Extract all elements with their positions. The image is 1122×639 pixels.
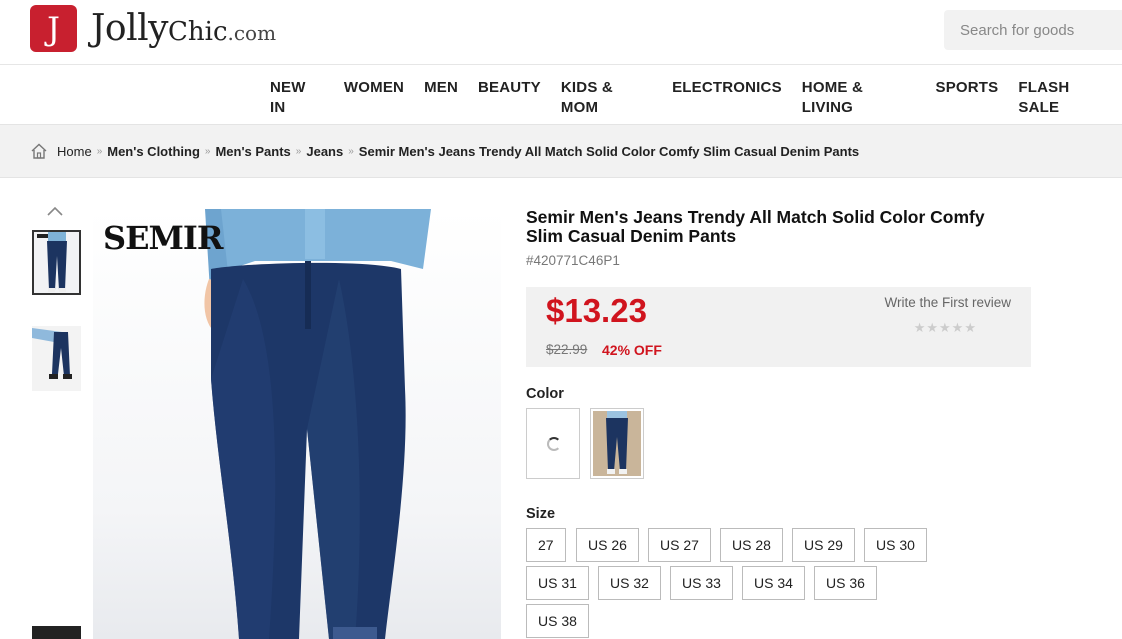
product-thumbnail-3[interactable]	[32, 626, 81, 639]
nav-item-home-living[interactable]: HOME & LIVING	[792, 78, 926, 116]
nav-item-electronics[interactable]: ELECTRONICS	[662, 78, 792, 98]
breadcrumb-separator: »	[295, 145, 302, 157]
original-price: $22.99	[546, 342, 588, 357]
logo-jolly: Jolly	[91, 8, 168, 49]
size-option-us-30[interactable]: US 30	[864, 528, 927, 562]
color-swatch-2[interactable]	[590, 408, 644, 479]
product-sku: #420771C46P1	[526, 253, 620, 268]
size-option-us-36[interactable]: US 36	[814, 566, 877, 600]
breadcrumb: Home » Men's Clothing » Men's Pants » Je…	[0, 124, 1122, 178]
size-label: Size	[526, 506, 556, 522]
nav-item-flash-sale[interactable]: FLASH SALE	[1008, 78, 1122, 116]
logo-com: .com	[227, 21, 277, 45]
nav-item-new-in[interactable]: NEW IN	[260, 78, 334, 116]
search-input[interactable]	[960, 21, 1120, 39]
write-review-link[interactable]: Write the First review	[884, 295, 1011, 310]
breadcrumb-jeans[interactable]: Jeans	[306, 144, 343, 159]
jeans-swatch-image	[593, 411, 641, 476]
nav-item-men[interactable]: MEN	[414, 78, 468, 98]
loading-spinner-icon	[547, 437, 561, 451]
home-icon[interactable]	[30, 143, 48, 159]
breadcrumb-mens-pants[interactable]: Men's Pants	[215, 144, 290, 159]
nav-item-women[interactable]: WOMEN	[334, 78, 414, 98]
size-option-us-32[interactable]: US 32	[598, 566, 661, 600]
size-option-us-33[interactable]: US 33	[670, 566, 733, 600]
size-option-us-28[interactable]: US 28	[720, 528, 783, 562]
color-swatch-1[interactable]	[526, 408, 580, 479]
brand-watermark: SEMIR	[103, 219, 223, 257]
breadcrumb-current-product: Semir Men's Jeans Trendy All Match Solid…	[358, 143, 860, 159]
price-panel: $13.23 $22.99 42% OFF Write the First re…	[526, 287, 1031, 367]
product-thumbnail-2[interactable]	[32, 326, 81, 391]
breadcrumb-separator: »	[348, 145, 354, 157]
breadcrumb-separator: »	[204, 145, 211, 157]
color-label: Color	[526, 386, 564, 402]
site-header: J Jolly Chic .com	[0, 0, 1122, 65]
logo-wordmark: Jolly Chic .com	[91, 8, 276, 49]
current-price: $13.23	[546, 292, 647, 329]
nav-item-kids-mom[interactable]: KIDS & MOM	[551, 78, 662, 116]
breadcrumb-mens-clothing[interactable]: Men's Clothing	[107, 144, 200, 159]
nav-item-sports[interactable]: SPORTS	[925, 78, 1008, 98]
size-option-27[interactable]: 27	[526, 528, 566, 562]
size-option-us-38[interactable]: US 38	[526, 604, 589, 638]
search-box	[944, 10, 1122, 50]
jeans-thumbnail-image	[34, 232, 79, 293]
logo-chic: Chic	[167, 17, 228, 47]
discount-badge: 42% OFF	[602, 342, 662, 358]
jeans-thumbnail-image	[32, 326, 81, 391]
product-thumbnail-1[interactable]	[32, 230, 81, 295]
size-option-us-31[interactable]: US 31	[526, 566, 589, 600]
size-option-us-29[interactable]: US 29	[792, 528, 855, 562]
nav-item-beauty[interactable]: BEAUTY	[468, 78, 551, 98]
product-main-image[interactable]: SEMIR	[93, 209, 501, 639]
size-option-us-26[interactable]: US 26	[576, 528, 639, 562]
site-logo[interactable]: J Jolly Chic .com	[30, 5, 276, 52]
jeans-photo	[204, 209, 431, 639]
product-title: Semir Men's Jeans Trendy All Match Solid…	[526, 207, 985, 246]
breadcrumb-home[interactable]: Home	[57, 144, 92, 159]
main-nav: NEW IN WOMEN MEN BEAUTY KIDS & MOM ELECT…	[0, 66, 1122, 124]
size-option-us-27[interactable]: US 27	[648, 528, 711, 562]
size-option-us-34[interactable]: US 34	[742, 566, 805, 600]
logo-letter: J	[47, 9, 60, 48]
chevron-up-icon[interactable]	[46, 205, 64, 217]
rating-stars: ★★★★★	[913, 320, 977, 335]
breadcrumb-separator: »	[96, 145, 103, 157]
product-info: Semir Men's Jeans Trendy All Match Solid…	[526, 207, 1031, 638]
logo-badge: J	[30, 5, 77, 52]
